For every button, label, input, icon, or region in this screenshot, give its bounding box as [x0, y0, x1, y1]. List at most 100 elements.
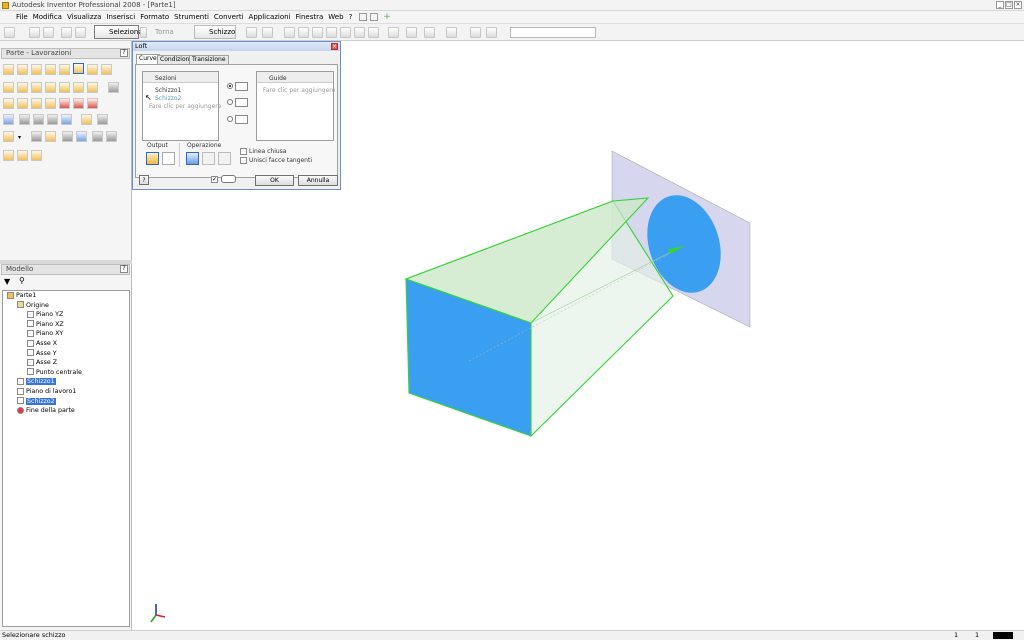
tree-item[interactable]: Parte1: [7, 291, 36, 301]
select-button[interactable]: Seleziona: [94, 25, 143, 39]
section-item-2[interactable]: Schizzo2: [155, 95, 181, 102]
new-icon[interactable]: [4, 27, 15, 38]
hole-icon[interactable]: [31, 64, 42, 75]
center-line-radio[interactable]: [227, 99, 233, 105]
trim-icon[interactable]: [31, 150, 42, 161]
guides-add-placeholder[interactable]: Fare clic per aggiungere: [263, 87, 335, 94]
derived-icon[interactable]: [108, 82, 119, 93]
ilogic-icon[interactable]: [76, 131, 87, 142]
shadow-icon[interactable]: [406, 27, 417, 38]
color-icon[interactable]: [486, 27, 497, 38]
sections-add-placeholder[interactable]: Fare clic per aggiungere: [149, 103, 221, 110]
rib-icon[interactable]: [59, 64, 70, 75]
ok-button[interactable]: OK: [255, 175, 294, 186]
insert-icon[interactable]: [92, 131, 103, 142]
zoom-all-icon[interactable]: [284, 27, 295, 38]
tree-item[interactable]: Asse X: [27, 339, 57, 349]
grounded-point-icon[interactable]: [61, 114, 72, 125]
rotate-icon[interactable]: [354, 27, 365, 38]
select-dropdown-icon[interactable]: [140, 27, 147, 38]
dialog-close-icon[interactable]: ×: [331, 43, 338, 50]
parameters-icon[interactable]: [62, 131, 73, 142]
loft-icon[interactable]: [73, 63, 84, 74]
coil-icon[interactable]: [101, 64, 112, 75]
menu-file[interactable]: File: [14, 13, 30, 21]
work-point-icon[interactable]: [33, 114, 44, 125]
back-arrow-icon[interactable]: [370, 13, 379, 21]
tree-item[interactable]: Piano XZ: [27, 320, 64, 330]
open-icon[interactable]: [29, 27, 40, 38]
minimize-icon[interactable]: _: [996, 1, 1004, 9]
closed-loop-checkbox[interactable]: [240, 148, 247, 155]
promote-icon[interactable]: [81, 114, 92, 125]
filter-icon[interactable]: ▼: [4, 277, 10, 286]
menu-finestra[interactable]: Finestra: [294, 13, 326, 21]
decal-icon[interactable]: [87, 82, 98, 93]
emboss-icon[interactable]: [73, 82, 84, 93]
dialog-help-button[interactable]: ?: [139, 175, 149, 185]
stitch-icon[interactable]: [3, 150, 14, 161]
extrude-icon[interactable]: [3, 64, 14, 75]
maximize-icon[interactable]: □: [1005, 1, 1013, 9]
save-icon[interactable]: [43, 27, 54, 38]
sweep-icon[interactable]: [87, 64, 98, 75]
menu-visualizza[interactable]: Visualizza: [65, 13, 103, 21]
plastic-features-icon[interactable]: [3, 131, 14, 142]
bend-icon[interactable]: [97, 114, 108, 125]
find-icon[interactable]: ⚲: [19, 276, 25, 285]
close-icon[interactable]: ×: [1014, 1, 1022, 9]
display-mode-icon[interactable]: [388, 27, 399, 38]
output-surface-icon[interactable]: [162, 152, 175, 165]
color-style-dropdown[interactable]: [510, 27, 596, 38]
output-solid-icon[interactable]: [146, 152, 159, 165]
replace-face-icon[interactable]: [73, 98, 84, 109]
help-icon[interactable]: [359, 13, 368, 21]
menu-applicazioni[interactable]: Applicazioni: [247, 13, 293, 21]
tree-item[interactable]: Punto centrale: [27, 368, 82, 378]
browser-help-icon[interactable]: ?: [120, 265, 128, 273]
boundary-patch-icon[interactable]: [45, 131, 56, 142]
tree-item[interactable]: Origine: [17, 301, 49, 311]
update-icon[interactable]: [246, 27, 257, 38]
split-icon[interactable]: [59, 82, 70, 93]
tree-item[interactable]: Fine della parte: [17, 406, 75, 416]
menu-converti[interactable]: Converti: [212, 13, 246, 21]
preview-checkbox[interactable]: ✓: [211, 176, 218, 183]
delete-face-icon[interactable]: [59, 98, 70, 109]
zoom-icon[interactable]: [312, 27, 323, 38]
return-button[interactable]: Torna: [155, 28, 174, 36]
redo-icon[interactable]: [75, 27, 86, 38]
thicken-icon[interactable]: [45, 98, 56, 109]
face-draft-icon[interactable]: [45, 82, 56, 93]
thread-icon[interactable]: [3, 82, 14, 93]
camera-icon[interactable]: [424, 27, 435, 38]
panel-help-icon[interactable]: ?: [120, 49, 128, 57]
features-panel-header[interactable]: Parte - Lavorazioni: [1, 48, 130, 59]
fillet-icon[interactable]: [17, 82, 28, 93]
rectangular-pattern-icon[interactable]: [3, 98, 14, 109]
sketch-button[interactable]: Schizzo: [194, 25, 236, 39]
look-at-icon[interactable]: [368, 27, 379, 38]
cut-operation-icon[interactable]: [202, 152, 215, 165]
sculpt-icon[interactable]: [87, 98, 98, 109]
tree-item[interactable]: Piano XY: [27, 329, 63, 339]
merge-tangent-checkbox[interactable]: [240, 157, 247, 164]
area-loft-radio[interactable]: [227, 116, 233, 122]
pan-icon[interactable]: [326, 27, 337, 38]
tree-item[interactable]: Asse Z: [27, 358, 57, 368]
chamfer-icon[interactable]: [31, 82, 42, 93]
undo-icon[interactable]: [61, 27, 72, 38]
material-icon[interactable]: [446, 27, 457, 38]
component-icon[interactable]: [262, 27, 273, 38]
section-item-1[interactable]: Schizzo1: [155, 87, 181, 94]
copy-object-icon[interactable]: [31, 131, 42, 142]
tree-item[interactable]: Piano di lavoro1: [17, 387, 76, 397]
extend-icon[interactable]: [17, 150, 28, 161]
tree-item[interactable]: Piano YZ: [27, 310, 63, 320]
revolve-icon[interactable]: [17, 64, 28, 75]
menu-modifica[interactable]: Modifica: [31, 13, 64, 21]
intersect-operation-icon[interactable]: [218, 152, 231, 165]
menu-formato[interactable]: Formato: [138, 13, 171, 21]
plus-icon[interactable]: +: [381, 12, 393, 22]
tree-item[interactable]: Schizzo2: [17, 397, 56, 407]
